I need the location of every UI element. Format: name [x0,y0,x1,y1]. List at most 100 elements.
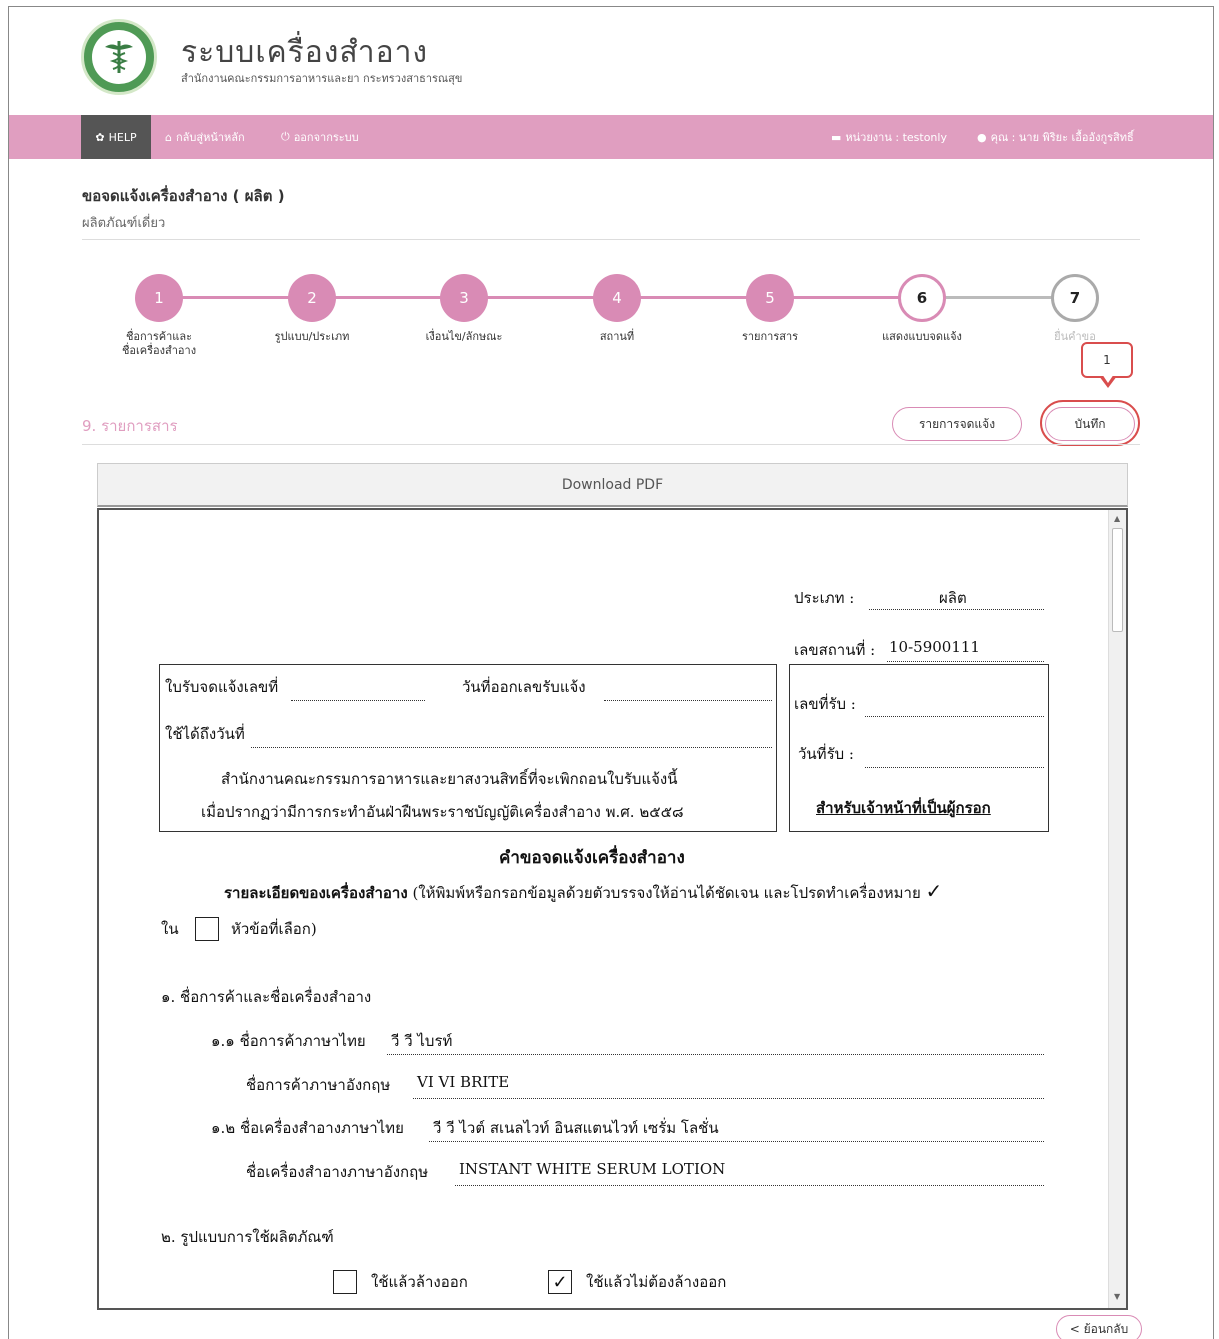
issue-date-line [604,700,772,701]
cosmetic-name-en-value: INSTANT WHITE SERUM LOTION [459,1160,726,1178]
trade-name-th-label: ๑.๑ ชื่อการค้าภาษาไทย [211,1032,366,1050]
detail-instruction: รายละเอียดของเครื่องสำอาง (ให้พิมพ์หรือก… [224,879,942,905]
step-number: 3 [459,289,469,307]
registration-list-button[interactable]: รายการจดแจ้ง [892,407,1022,441]
download-pdf-button[interactable]: Download PDF [97,463,1128,507]
recv-no-label: เลขที่รับ : [794,695,856,713]
user-icon: ● [977,130,987,144]
callout-tail-inner [1102,374,1114,383]
step-number: 5 [765,289,775,307]
in-word: ใน [161,920,179,938]
cosmetic-name-en-line [455,1185,1044,1186]
step-4-label: สถานที่ [599,330,635,343]
step-2-label: รูปแบบ/ประเภท [274,330,350,343]
scroll-thumb[interactable] [1112,528,1123,632]
receipt-no-label: ใบรับจดแจ้งเลขที่ [165,678,279,696]
recv-date-label: วันที่รับ : [798,745,854,763]
detail-bold: รายละเอียดของเครื่องสำอาง [224,884,408,902]
issue-date-label: วันที่ออกเลขรับแจ้ง [462,678,586,696]
cosmetic-name-th-label: ๑.๒ ชื่อเครื่องสำอางภาษาไทย [211,1119,404,1137]
step-1[interactable]: 1 [135,274,183,322]
annotation-callout: 1 [1081,342,1133,378]
scroll-down-icon[interactable]: ▼ [1114,1292,1120,1301]
type-line [869,609,1044,610]
home-icon: ⌂ [165,130,172,144]
cosmetic-name-th-value: วี วี ไวต์ สเนลไวท์ อินสแตนไวท์ เซรั่ม โ… [433,1119,719,1137]
step-6[interactable]: 6 [898,274,946,322]
gear-icon: ✿ [95,130,105,144]
section-title: 9. รายการสาร [82,417,178,435]
divider [82,239,1140,240]
section-2-heading: ๒. รูปแบบการใช้ผลิตภัณฑ์ [161,1228,334,1246]
step-2[interactable]: 2 [288,274,336,322]
trade-name-en-value: VI VI BRITE [417,1073,510,1091]
place-line [887,661,1044,662]
divider [82,444,1140,445]
step-number: 2 [307,289,317,307]
step-1-label: ชื่อการค้าและ ชื่อเครื่องสำอาง [121,330,197,357]
type-label: ประเภท : [794,589,855,607]
app-subtitle: สำนักงานคณะกรรมการอาหารและยา กระทรวงสาธา… [181,72,463,85]
pdf-viewer[interactable]: ประเภท : ผลิต เลขสถานที่ : 10-5900111 ใบ… [97,508,1128,1310]
home-label: กลับสู่หน้าหลัก [175,131,245,144]
step-7[interactable]: 7 [1051,274,1099,322]
step-number: 1 [154,289,164,307]
help-button[interactable]: ✿ HELP [81,115,151,159]
rinse-off-checkbox[interactable] [333,1270,357,1294]
form-title: คำขอจดแจ้งเครื่องสำอาง [499,848,685,868]
leave-on-label: ใช้แล้วไม่ต้องล้างออก [586,1273,727,1291]
power-icon: ⏻ [281,130,290,143]
help-label: HELP [108,130,137,144]
user-label: คุณ : นาย พิริยะ เอื้ออังกูรสิทธิ์ [990,131,1134,144]
back-button[interactable]: < ย้อนกลับ [1056,1315,1142,1339]
logout-label: ออกจากระบบ [293,131,359,144]
step-number: 4 [612,289,622,307]
valid-until-label: ใช้ได้ถึงวันที่ [165,725,245,743]
example-checkbox [195,917,219,941]
cosmetic-name-en-label: ชื่อเครื่องสำอางภาษาอังกฤษ [246,1163,429,1181]
step-number: 6 [916,289,928,307]
unit-info: ▬ หน่วยงาน : testonly [831,115,947,159]
type-value: ผลิต [939,589,967,607]
app-frame: ระบบเครื่องสำอาง สำนักงานคณะกรรมการอาหาร… [8,6,1214,1339]
caduceus-icon [92,30,146,84]
step-5-label: รายการสาร [741,330,799,343]
cosmetic-name-th-line [429,1141,1044,1142]
section-1-heading: ๑. ชื่อการค้าและชื่อเครื่องสำอาง [161,988,372,1006]
logout-link[interactable]: ⏻ ออกจากระบบ [281,115,359,159]
trade-name-en-label: ชื่อการค้าภาษาอังกฤษ [246,1076,391,1094]
receipt-no-line [291,700,425,701]
detail-rest: (ให้พิมพ์หรือกรอกข้อมูลด้วยตัวบรรจงให้อ่… [412,884,921,902]
briefcase-icon: ▬ [831,130,842,144]
step-3-label: เงื่อนไข/ลักษณะ [425,330,503,343]
step-6-label: แสดงแบบจดแจ้ง [882,330,962,343]
form-document: ประเภท : ผลิต เลขสถานที่ : 10-5900111 ใบ… [99,510,1109,1308]
home-link[interactable]: ⌂ กลับสู่หน้าหลัก [165,115,245,159]
officer-note: สำหรับเจ้าหน้าที่เป็นผู้กรอก [816,799,991,817]
step-4[interactable]: 4 [593,274,641,322]
check-mark-icon: ✓ [925,879,943,903]
save-button[interactable]: บันทึก [1045,407,1135,441]
trade-name-th-value: วี วี ไบรท์ [391,1032,453,1050]
step-3[interactable]: 3 [440,274,488,322]
recv-no-line [865,716,1044,717]
page-title: ขอจดแจ้งเครื่องสำอาง ( ผลิต ) [82,187,285,205]
notice-line-1: สำนักงานคณะกรรมการอาหารและยาสงวนสิทธิ์ที… [221,770,678,788]
selected-topic-text: หัวข้อที่เลือก) [231,920,317,938]
valid-until-line [251,747,772,748]
user-info[interactable]: ● คุณ : นาย พิริยะ เอื้ออังกูรสิทธิ์ [977,115,1134,159]
step-5[interactable]: 5 [746,274,794,322]
scroll-up-icon[interactable]: ▲ [1114,514,1120,523]
leave-on-checkbox[interactable]: ✓ [548,1270,572,1294]
fda-logo [81,19,157,95]
page-subtitle: ผลิตภัณฑ์เดี่ยว [82,216,166,231]
recv-date-line [865,767,1044,768]
trade-name-en-line [413,1098,1044,1099]
viewer-scrollbar[interactable]: ▲ ▼ [1108,510,1126,1308]
unit-label: หน่วยงาน : testonly [845,131,947,144]
trade-name-th-line [387,1054,1044,1055]
stepper-progress-line [159,296,921,299]
place-label: เลขสถานที่ : [794,641,876,659]
top-navbar: ✿ HELP ⌂ กลับสู่หน้าหลัก ⏻ ออกจากระบบ ▬ … [9,115,1213,159]
place-value: 10-5900111 [889,638,980,656]
